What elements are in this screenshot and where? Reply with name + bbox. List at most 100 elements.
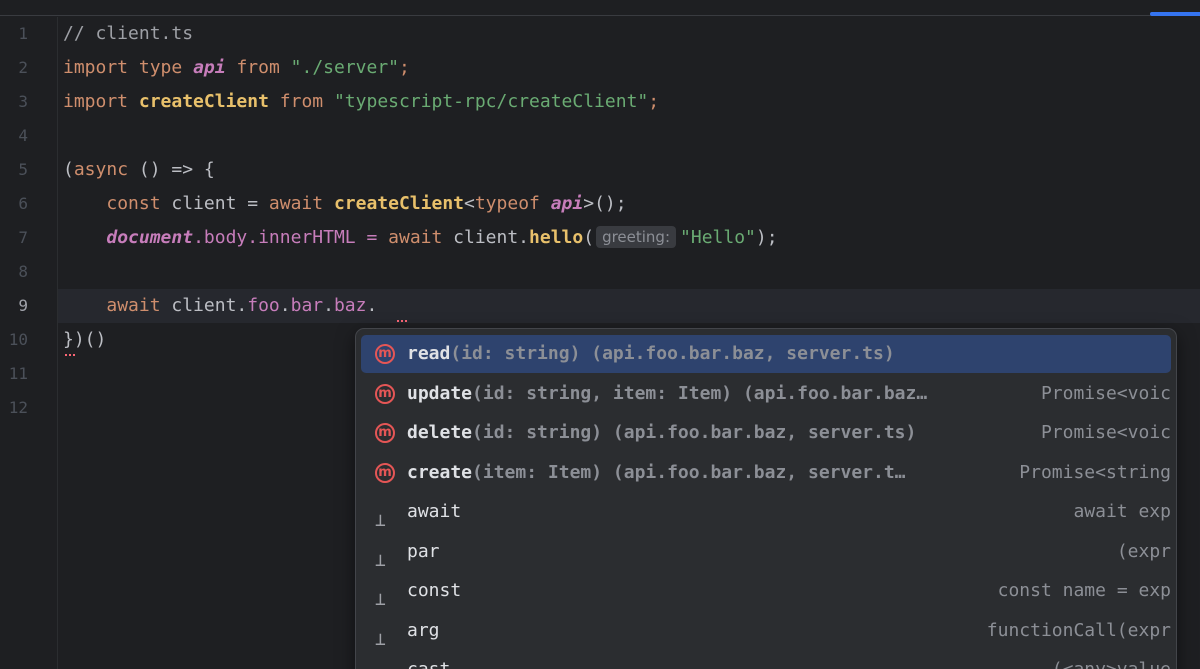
paren-close: ); — [755, 227, 778, 248]
completion-item-await[interactable]: ⊥ await await exp — [361, 493, 1171, 531]
keyword: import — [63, 91, 129, 112]
completion-description: (<any>value — [1052, 651, 1171, 669]
line-number: 6 — [18, 194, 28, 213]
completion-return-type: Promise<voic — [1040, 383, 1171, 404]
completion-description: (expr — [1116, 541, 1171, 562]
method-icon: m — [375, 344, 395, 364]
keyword: from — [236, 57, 280, 78]
completion-name: read — [407, 343, 451, 364]
completion-signature: (id: string) (api.foo.bar.baz, server.ts… — [472, 422, 917, 443]
property: baz — [333, 295, 367, 316]
method-icon: m — [375, 384, 395, 404]
completion-popup[interactable]: m read(id: string) (api.foo.bar.baz, ser… — [355, 328, 1177, 669]
active-tab-indicator — [1150, 12, 1200, 16]
line-number: 12 — [8, 398, 28, 417]
completion-return-type: Promise<voic — [1040, 422, 1171, 443]
code-line-9-current[interactable]: await client.foo.bar.baz. — [58, 289, 1200, 323]
string-literal: "Hello" — [680, 227, 756, 248]
call-tail: >(); — [583, 193, 627, 214]
completion-item-create[interactable]: m create(item: Item) (api.foo.bar.baz, s… — [361, 454, 1171, 492]
identifier-document: document — [106, 227, 194, 248]
code-line-3[interactable]: import createClient from "typescript-rpc… — [58, 85, 1200, 119]
line-number-current: 9 — [18, 296, 28, 315]
keyword: await — [106, 295, 161, 316]
property-access: .body.innerHTML = — [193, 227, 389, 248]
completion-name: await — [407, 501, 462, 522]
completion-signature: (id: string) (api.foo.bar.baz, server.ts… — [450, 343, 895, 364]
completion-item-delete[interactable]: m delete(id: string) (api.foo.bar.baz, s… — [361, 414, 1171, 452]
completion-signature: (id: string, item: Item) (api.foo.bar.ba… — [472, 383, 928, 404]
line-number: 3 — [18, 92, 28, 111]
code-line-4[interactable] — [58, 119, 1200, 153]
paren: ( — [583, 227, 595, 248]
completion-name: par — [407, 541, 440, 562]
paren: ( — [63, 159, 74, 180]
completion-description: functionCall(expr — [986, 620, 1171, 641]
code-line-1[interactable]: // client.ts — [58, 17, 1200, 51]
variable: client. — [160, 295, 248, 316]
string-literal: "./server" — [290, 57, 400, 78]
semicolon: ; — [399, 57, 410, 78]
code-line-5[interactable]: (async () => { — [58, 153, 1200, 187]
completion-item-read[interactable]: m read(id: string) (api.foo.bar.baz, ser… — [361, 335, 1171, 373]
completion-name: cast — [407, 651, 450, 669]
template-icon: ⊥ — [375, 629, 386, 650]
line-number: 4 — [18, 126, 28, 145]
function-call: createClient — [333, 193, 464, 214]
variable: client = — [160, 193, 269, 214]
identifier-api: api — [550, 193, 584, 214]
completion-name: const — [407, 580, 462, 601]
error-squiggle — [397, 317, 407, 322]
completion-name: arg — [407, 620, 440, 641]
arrow-fn: () => { — [128, 159, 215, 180]
property: bar — [290, 295, 324, 316]
completion-return-type: Promise<string — [1019, 462, 1171, 483]
comment: // client.ts — [63, 23, 194, 44]
template-icon: ⊥ — [375, 510, 386, 531]
code-line-7[interactable]: document.body.innerHTML = await client.h… — [58, 221, 1200, 255]
template-icon: ⊥ — [375, 550, 386, 571]
code-line-6[interactable]: const client = await createClient<typeof… — [58, 187, 1200, 221]
angle-open: < — [464, 193, 475, 214]
keyword: const — [106, 193, 161, 214]
code-line-2[interactable]: import type api from "./server"; — [58, 51, 1200, 85]
identifier-createClient: createClient — [138, 91, 269, 112]
line-number: 2 — [18, 58, 28, 77]
keyword: await — [268, 193, 324, 214]
completion-description: const name = exp — [997, 580, 1171, 601]
completion-item-const[interactable]: ⊥ const const name = exp — [361, 572, 1171, 610]
completion-item-update[interactable]: m update(id: string, item: Item) (api.fo… — [361, 375, 1171, 413]
completion-name: create — [407, 462, 473, 483]
keyword: from — [279, 91, 324, 112]
line-number: 1 — [18, 24, 28, 43]
string-literal: "typescript-rpc/createClient" — [333, 91, 649, 112]
dot: . — [279, 295, 291, 316]
line-number: 5 — [18, 160, 28, 179]
editor-tab-bar — [0, 0, 1200, 16]
completion-name: delete — [407, 422, 473, 443]
dot: . — [366, 295, 378, 316]
line-number: 8 — [18, 262, 28, 281]
keyword: await — [388, 227, 443, 248]
variable: client. — [442, 227, 530, 248]
property: foo — [247, 295, 280, 316]
dot: . — [323, 295, 334, 316]
keyword: typeof — [474, 193, 540, 214]
identifier-api: api — [193, 57, 226, 78]
error-squiggle — [65, 351, 75, 356]
keyword: async — [73, 159, 129, 180]
keyword: type — [138, 57, 183, 78]
line-number-gutter: 1 2 3 4 5 6 7 8 9 10 11 12 — [0, 17, 58, 669]
completion-item-cast[interactable]: ⊥ cast (<any>value — [361, 651, 1171, 669]
completion-description: await exp — [1073, 501, 1171, 522]
line-number: 10 — [8, 330, 28, 349]
semicolon: ; — [648, 91, 660, 112]
completion-item-par[interactable]: ⊥ par (expr — [361, 533, 1171, 571]
completion-signature: (item: Item) (api.foo.bar.baz, server.t… — [472, 462, 906, 483]
method-icon: m — [375, 423, 395, 443]
completion-name: update — [407, 383, 473, 404]
keyword: import — [63, 57, 129, 78]
code-line-8[interactable] — [58, 255, 1200, 289]
completion-item-arg[interactable]: ⊥ arg functionCall(expr — [361, 612, 1171, 650]
line-number: 11 — [8, 364, 28, 383]
